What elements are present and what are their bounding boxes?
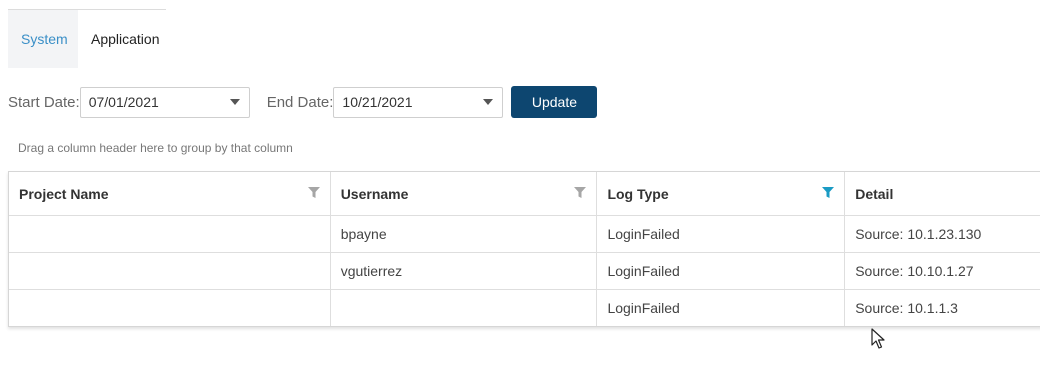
end-date-value: 10/21/2021 bbox=[342, 94, 413, 110]
end-date-picker[interactable]: 10/21/2021 bbox=[333, 86, 504, 118]
tab-strip: System Application bbox=[8, 9, 173, 68]
cell-username: vgutierrez bbox=[331, 253, 598, 289]
chevron-down-icon[interactable] bbox=[229, 99, 240, 105]
grid-header-row: Project Name Username Log Type Detail bbox=[9, 172, 1040, 215]
cell-project-name bbox=[9, 216, 331, 252]
date-filter-bar: Start Date: 07/01/2021 End Date: 10/21/2… bbox=[8, 86, 598, 118]
cell-username: bpayne bbox=[331, 216, 598, 252]
table-row[interactable]: LoginFailed Source: 10.1.1.3 bbox=[9, 289, 1040, 326]
cell-username bbox=[331, 290, 598, 326]
cell-detail: Source: 10.1.1.3 bbox=[855, 300, 958, 316]
cell-project-name bbox=[9, 253, 331, 289]
start-date-picker[interactable]: 07/01/2021 bbox=[79, 86, 250, 118]
start-date-value: 07/01/2021 bbox=[88, 94, 159, 110]
tab-application[interactable]: Application bbox=[78, 10, 173, 68]
column-header-label: Detail bbox=[855, 185, 894, 202]
group-panel-hint: Drag a column header here to group by th… bbox=[18, 141, 293, 155]
column-header-project-name[interactable]: Project Name bbox=[9, 172, 331, 215]
mouse-pointer-icon bbox=[871, 328, 885, 350]
column-header-label: Username bbox=[340, 185, 409, 202]
cell-detail: Source: 10.10.1.27 bbox=[855, 263, 974, 279]
column-header-log-type[interactable]: Log Type bbox=[597, 172, 846, 215]
log-grid: Project Name Username Log Type Detail bp… bbox=[8, 171, 1040, 327]
cell-log-type: LoginFailed bbox=[597, 253, 846, 289]
chevron-down-icon[interactable] bbox=[483, 99, 494, 105]
column-header-label: Log Type bbox=[607, 185, 669, 202]
tab-system[interactable]: System bbox=[8, 10, 78, 68]
end-date-label: End Date: bbox=[266, 93, 334, 111]
cell-log-type: LoginFailed bbox=[597, 216, 846, 252]
table-row[interactable]: vgutierrez LoginFailed Source: 10.10.1.2… bbox=[9, 252, 1040, 289]
column-header-username[interactable]: Username bbox=[331, 172, 598, 215]
start-date-label: Start Date: bbox=[8, 93, 80, 111]
table-row[interactable]: bpayne LoginFailed Source: 10.1.23.130 bbox=[9, 215, 1040, 252]
filter-icon[interactable] bbox=[307, 187, 320, 199]
filter-icon[interactable] bbox=[574, 187, 587, 199]
filter-active-icon[interactable] bbox=[822, 187, 835, 199]
cell-project-name bbox=[9, 290, 331, 326]
column-header-detail[interactable]: Detail bbox=[845, 172, 1040, 215]
update-button[interactable]: Update bbox=[511, 86, 598, 118]
cell-log-type: LoginFailed bbox=[597, 290, 846, 326]
column-header-label: Project Name bbox=[19, 185, 109, 202]
cell-detail: Source: 10.1.23.130 bbox=[855, 226, 982, 242]
